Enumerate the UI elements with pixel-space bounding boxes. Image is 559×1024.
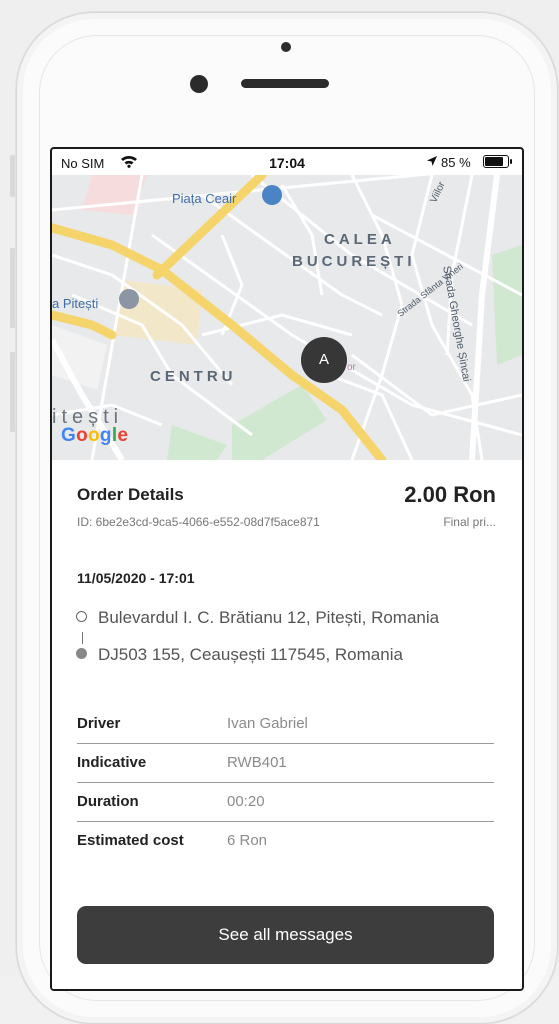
battery-percentage: 85 % [441, 155, 471, 170]
order-id: ID: 6be2e3cd-9ca5-4066-e552-08d7f5ace871 [77, 515, 320, 529]
detail-value: Ivan Gabriel [227, 715, 308, 732]
route-connector [82, 632, 83, 644]
map-label-centru: CENTRU [150, 368, 237, 385]
price-note: Final pri... [443, 515, 496, 529]
google-logo: Google [61, 425, 129, 446]
detail-row-estimated-cost: Estimated cost 6 Ron [77, 821, 494, 860]
landmark-icon [119, 289, 139, 309]
detail-value: 00:20 [227, 793, 265, 810]
pickup-address-row: Bulevardul I. C. Brătianu 12, Pitești, R… [76, 608, 439, 628]
detail-value: RWB401 [227, 754, 287, 771]
detail-label: Driver [77, 715, 121, 732]
order-details-sheet: Order Details 2.00 Ron ID: 6be2e3cd-9ca5… [52, 460, 522, 989]
dropoff-dot-icon [76, 648, 87, 659]
order-price: 2.00 Ron [404, 482, 496, 507]
map-label-partial: or [347, 362, 356, 373]
order-date: 11/05/2020 - 17:01 [77, 570, 195, 586]
map-label-calea: CALEA [324, 231, 396, 248]
detail-label: Duration [77, 793, 139, 810]
order-details-title: Order Details [77, 485, 184, 504]
detail-row-duration: Duration 00:20 [77, 782, 494, 822]
detail-row-driver: Driver Ivan Gabriel [77, 704, 494, 744]
see-all-messages-button[interactable]: See all messages [77, 906, 494, 964]
pickup-circle-icon [76, 611, 87, 622]
map-label-bucuresti: BUCUREȘTI [292, 253, 416, 270]
shopping-bag-icon [262, 185, 282, 205]
battery-icon [483, 155, 512, 168]
driver-marker[interactable]: A [301, 337, 347, 383]
location-arrow-icon [427, 156, 437, 166]
detail-label: Estimated cost [77, 832, 184, 849]
detail-label: Indicative [77, 754, 147, 771]
dropoff-address-row: DJ503 155, Ceaușești 117545, Romania [76, 645, 403, 665]
proximity-sensor [281, 42, 291, 52]
map-label-piata-ceair: Piața Ceair [172, 191, 237, 206]
pickup-address: Bulevardul I. C. Brătianu 12, Pitești, R… [98, 608, 440, 627]
map-view[interactable]: Piața Ceair CALEA BUCUREȘTI a Pitești CE… [52, 175, 522, 460]
earpiece-speaker [241, 79, 329, 88]
phone-screen: No SIM 17:04 85 % Piața Ceair CALEA BUCU… [50, 147, 524, 991]
detail-value: 6 Ron [227, 832, 268, 849]
dropoff-address: DJ503 155, Ceaușești 117545, Romania [98, 645, 403, 664]
detail-row-indicative: Indicative RWB401 [77, 743, 494, 783]
status-bar: No SIM 17:04 85 % [52, 149, 522, 175]
map-label-pitesti-poi: a Pitești [52, 296, 99, 311]
front-camera [190, 75, 208, 93]
